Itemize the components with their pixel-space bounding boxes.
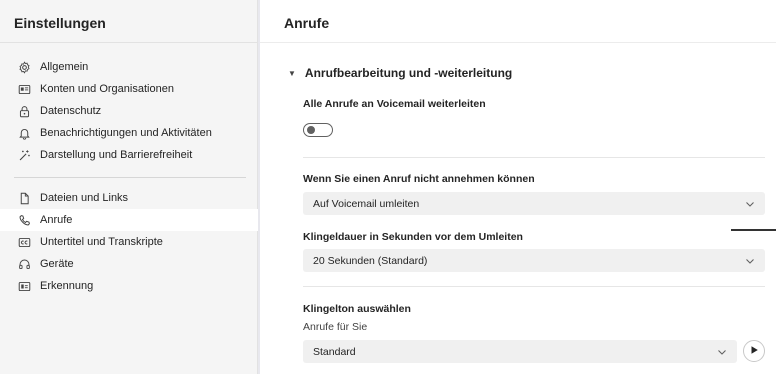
section-title: Anrufbearbeitung und -weiterleitung [304, 66, 513, 80]
sidebar-item-erkennung[interactable]: Erkennung [0, 275, 258, 297]
divider [303, 286, 765, 287]
sidebar-item-dateien[interactable]: Dateien und Links [0, 187, 258, 209]
sidebar-item-benachrichtigungen[interactable]: Benachrichtigungen und Aktivitäten [0, 122, 258, 144]
forward-voicemail-toggle[interactable] [303, 123, 333, 137]
unanswered-dropdown[interactable]: Auf Voicemail umleiten [303, 192, 765, 215]
chevron-down-icon: ▼ [288, 68, 296, 78]
ring-duration-dropdown[interactable]: 20 Sekunden (Standard) [303, 249, 765, 272]
forward-voicemail-label: Alle Anrufe an Voicemail weiterleiten [303, 98, 486, 110]
unanswered-value: Auf Voicemail umleiten [313, 197, 420, 210]
gear-icon [17, 60, 31, 74]
ringtone-value: Standard [313, 345, 356, 358]
sidebar-item-label: Anrufe [40, 214, 73, 226]
ringtone-dropdown[interactable]: Standard [303, 340, 737, 363]
toggle-knob [307, 126, 315, 134]
sidebar-divider [14, 177, 246, 178]
play-ringtone-button[interactable] [743, 340, 765, 362]
sidebar-item-label: Erkennung [40, 280, 94, 292]
header-divider [260, 42, 776, 43]
ringtone-label: Klingelton auswählen [303, 303, 411, 315]
captions-icon [17, 235, 31, 249]
sidebar-header-divider [0, 42, 258, 43]
ringtone-sublabel: Anrufe für Sie [303, 321, 368, 333]
sidebar-item-darstellung[interactable]: Darstellung und Barrierefreiheit [0, 144, 258, 166]
page-title: Anrufe [284, 15, 330, 31]
id-card-icon [17, 82, 31, 96]
lock-icon [17, 104, 31, 118]
sidebar-item-allgemein[interactable]: Allgemein [0, 56, 258, 78]
sidebar-item-label: Darstellung und Barrierefreiheit [40, 149, 193, 161]
sidebar-item-konten[interactable]: Konten und Organisationen [0, 78, 258, 100]
sidebar-item-label: Untertitel und Transkripte [40, 236, 163, 248]
headset-icon [17, 257, 31, 271]
bell-icon [17, 126, 31, 140]
ring-duration-value: 20 Sekunden (Standard) [313, 254, 428, 267]
settings-sidebar: Einstellungen Allgemein Konten und Organ… [0, 0, 258, 374]
sidebar-item-label: Geräte [40, 258, 74, 270]
section-header-call-handling[interactable]: ▼ Anrufbearbeitung und -weiterleitung [288, 66, 512, 80]
sidebar-item-anrufe[interactable]: Anrufe [0, 209, 258, 231]
phone-icon [17, 213, 31, 227]
divider-line [731, 229, 776, 231]
unanswered-label: Wenn Sie einen Anruf nicht annehmen könn… [303, 173, 535, 185]
settings-content: Anrufe ▼ Anrufbearbeitung und -weiterlei… [260, 0, 776, 374]
sidebar-item-label: Allgemein [40, 61, 89, 73]
chevron-down-icon [717, 347, 727, 357]
sidebar-item-datenschutz[interactable]: Datenschutz [0, 100, 258, 122]
sidebar-item-label: Dateien und Links [40, 192, 129, 204]
sidebar-item-label: Datenschutz [40, 105, 102, 117]
sidebar-item-geraete[interactable]: Geräte [0, 253, 258, 275]
sidebar-item-label: Benachrichtigungen und Aktivitäten [40, 127, 212, 139]
ring-duration-label: Klingeldauer in Sekunden vor dem Umleite… [303, 231, 523, 243]
chevron-down-icon [745, 199, 755, 209]
sidebar-title: Einstellungen [14, 15, 106, 31]
file-icon [17, 191, 31, 205]
magic-wand-icon [17, 148, 31, 162]
chevron-down-icon [745, 256, 755, 266]
divider [303, 157, 765, 158]
recognition-icon [17, 279, 31, 293]
play-icon [749, 345, 759, 358]
sidebar-item-untertitel[interactable]: Untertitel und Transkripte [0, 231, 258, 253]
sidebar-item-label: Konten und Organisationen [40, 83, 174, 95]
